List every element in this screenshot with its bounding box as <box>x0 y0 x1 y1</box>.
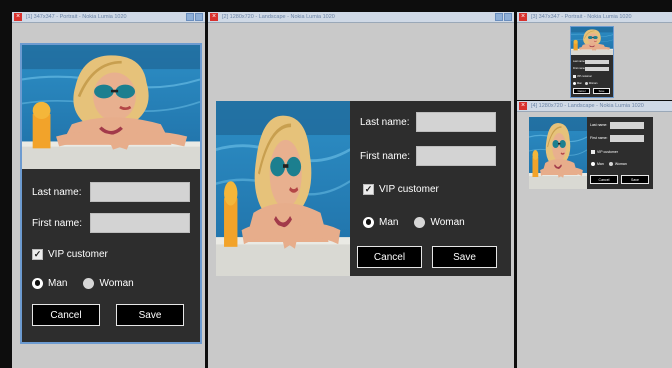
window-title: [2] 1280x720 - Landscape - Nokia Lumia 1… <box>222 14 335 20</box>
customer-form: Last name: First name: VIP customer Man … <box>587 117 653 189</box>
emulator-window-landscape: × [2] 1280x720 - Landscape - Nokia Lumia… <box>208 12 514 368</box>
window-titlebar[interactable]: × [4] 1280x720 - Landscape - Nokia Lumia… <box>517 101 672 112</box>
cancel-button[interactable]: Cancel <box>590 175 618 184</box>
man-label: Man <box>48 277 68 289</box>
app-screen: Last name: First name: ✓ VIP customer Ma… <box>216 101 511 276</box>
first-name-label: First name: <box>573 67 586 70</box>
customer-form: Last name: First name: ✓ VIP customer Ma… <box>350 101 511 276</box>
vip-checkbox[interactable]: ✓ <box>32 248 43 260</box>
last-name-label: Last name: <box>573 60 586 63</box>
woman-radio[interactable] <box>414 216 426 228</box>
woman-radio[interactable] <box>608 161 613 166</box>
window-title: [3] 347x347 - Portrait - Nokia Lumia 102… <box>531 14 632 20</box>
customer-form: Last name: First name: VIP customer Man … <box>571 55 613 97</box>
window-title: [4] 1280x720 - Landscape - Nokia Lumia 1… <box>531 103 644 109</box>
profile-photo <box>216 101 350 276</box>
close-icon[interactable]: × <box>519 102 527 110</box>
woman-label: Woman <box>430 216 465 228</box>
profile-photo <box>571 27 613 55</box>
last-name-field[interactable] <box>90 182 190 202</box>
first-name-field[interactable] <box>416 146 496 166</box>
woman-label: Woman <box>614 161 627 166</box>
man-label: Man <box>597 161 604 166</box>
first-name-label: First name: <box>590 136 608 140</box>
window-buttons-icon[interactable] <box>186 13 203 21</box>
vip-label: VIP customer <box>48 248 108 260</box>
cancel-button[interactable]: Cancel <box>573 88 590 94</box>
man-label: Man <box>577 81 582 85</box>
close-icon[interactable]: × <box>210 13 218 21</box>
save-button[interactable]: Save <box>621 175 649 184</box>
checkmark-icon: ✓ <box>33 248 42 259</box>
first-name-label: First name: <box>32 217 83 229</box>
vip-checkbox[interactable] <box>573 74 576 78</box>
woman-label: Woman <box>99 277 134 289</box>
vip-label: VIP customer <box>577 74 592 78</box>
emulator-window-landscape-small: × [4] 1280x720 - Landscape - Nokia Lumia… <box>517 101 672 368</box>
save-button[interactable]: Save <box>593 88 610 94</box>
man-label: Man <box>379 216 399 228</box>
last-name-field[interactable] <box>585 59 609 64</box>
man-radio[interactable] <box>32 277 43 289</box>
app-screen: Last name: First name: ✓ VIP customer Ma… <box>20 43 202 344</box>
woman-radio[interactable] <box>584 81 588 85</box>
last-name-label: Last name: <box>32 186 82 198</box>
man-radio[interactable] <box>591 161 595 166</box>
window-titlebar[interactable]: × [2] 1280x720 - Landscape - Nokia Lumia… <box>208 12 514 23</box>
window-buttons-icon[interactable] <box>495 13 512 21</box>
vip-checkbox[interactable] <box>591 149 595 154</box>
vip-checkbox[interactable]: ✓ <box>363 183 374 195</box>
last-name-label: Last name: <box>360 116 410 128</box>
checkmark-icon: ✓ <box>364 183 373 194</box>
vip-label: VIP customer <box>379 183 439 195</box>
window-titlebar[interactable]: × [3] 347x347 - Portrait - Nokia Lumia 1… <box>517 12 672 23</box>
cancel-button[interactable]: Cancel <box>357 246 422 268</box>
window-titlebar[interactable]: × [1] 347x347 - Portrait - Nokia Lumia 1… <box>12 12 205 23</box>
save-button[interactable]: Save <box>116 304 184 326</box>
close-icon[interactable]: × <box>519 13 527 21</box>
woman-radio[interactable] <box>83 277 95 289</box>
first-name-field[interactable] <box>610 134 644 142</box>
last-name-field[interactable] <box>416 112 496 132</box>
man-radio[interactable] <box>363 216 374 228</box>
first-name-field[interactable] <box>90 213 190 233</box>
profile-photo <box>22 45 200 169</box>
emulator-window-portrait: × [1] 347x347 - Portrait - Nokia Lumia 1… <box>12 12 205 368</box>
cancel-button[interactable]: Cancel <box>32 304 100 326</box>
app-screen: Last name: First name: VIP customer Man … <box>529 117 653 189</box>
window-title: [1] 347x347 - Portrait - Nokia Lumia 102… <box>26 14 127 20</box>
app-screen: Last name: First name: VIP customer Man … <box>570 26 614 98</box>
first-name-field[interactable] <box>585 66 609 71</box>
woman-label: Woman <box>588 81 598 85</box>
first-name-label: First name: <box>360 150 411 162</box>
save-button[interactable]: Save <box>432 246 497 268</box>
profile-photo <box>529 117 587 189</box>
emulator-window-portrait-small: × [3] 347x347 - Portrait - Nokia Lumia 1… <box>517 12 672 100</box>
customer-form: Last name: First name: ✓ VIP customer Ma… <box>22 169 200 342</box>
last-name-field[interactable] <box>610 121 644 129</box>
vip-label: VIP customer <box>597 149 618 154</box>
man-radio[interactable] <box>573 81 576 85</box>
close-icon[interactable]: × <box>14 13 22 21</box>
last-name-label: Last name: <box>590 123 608 127</box>
